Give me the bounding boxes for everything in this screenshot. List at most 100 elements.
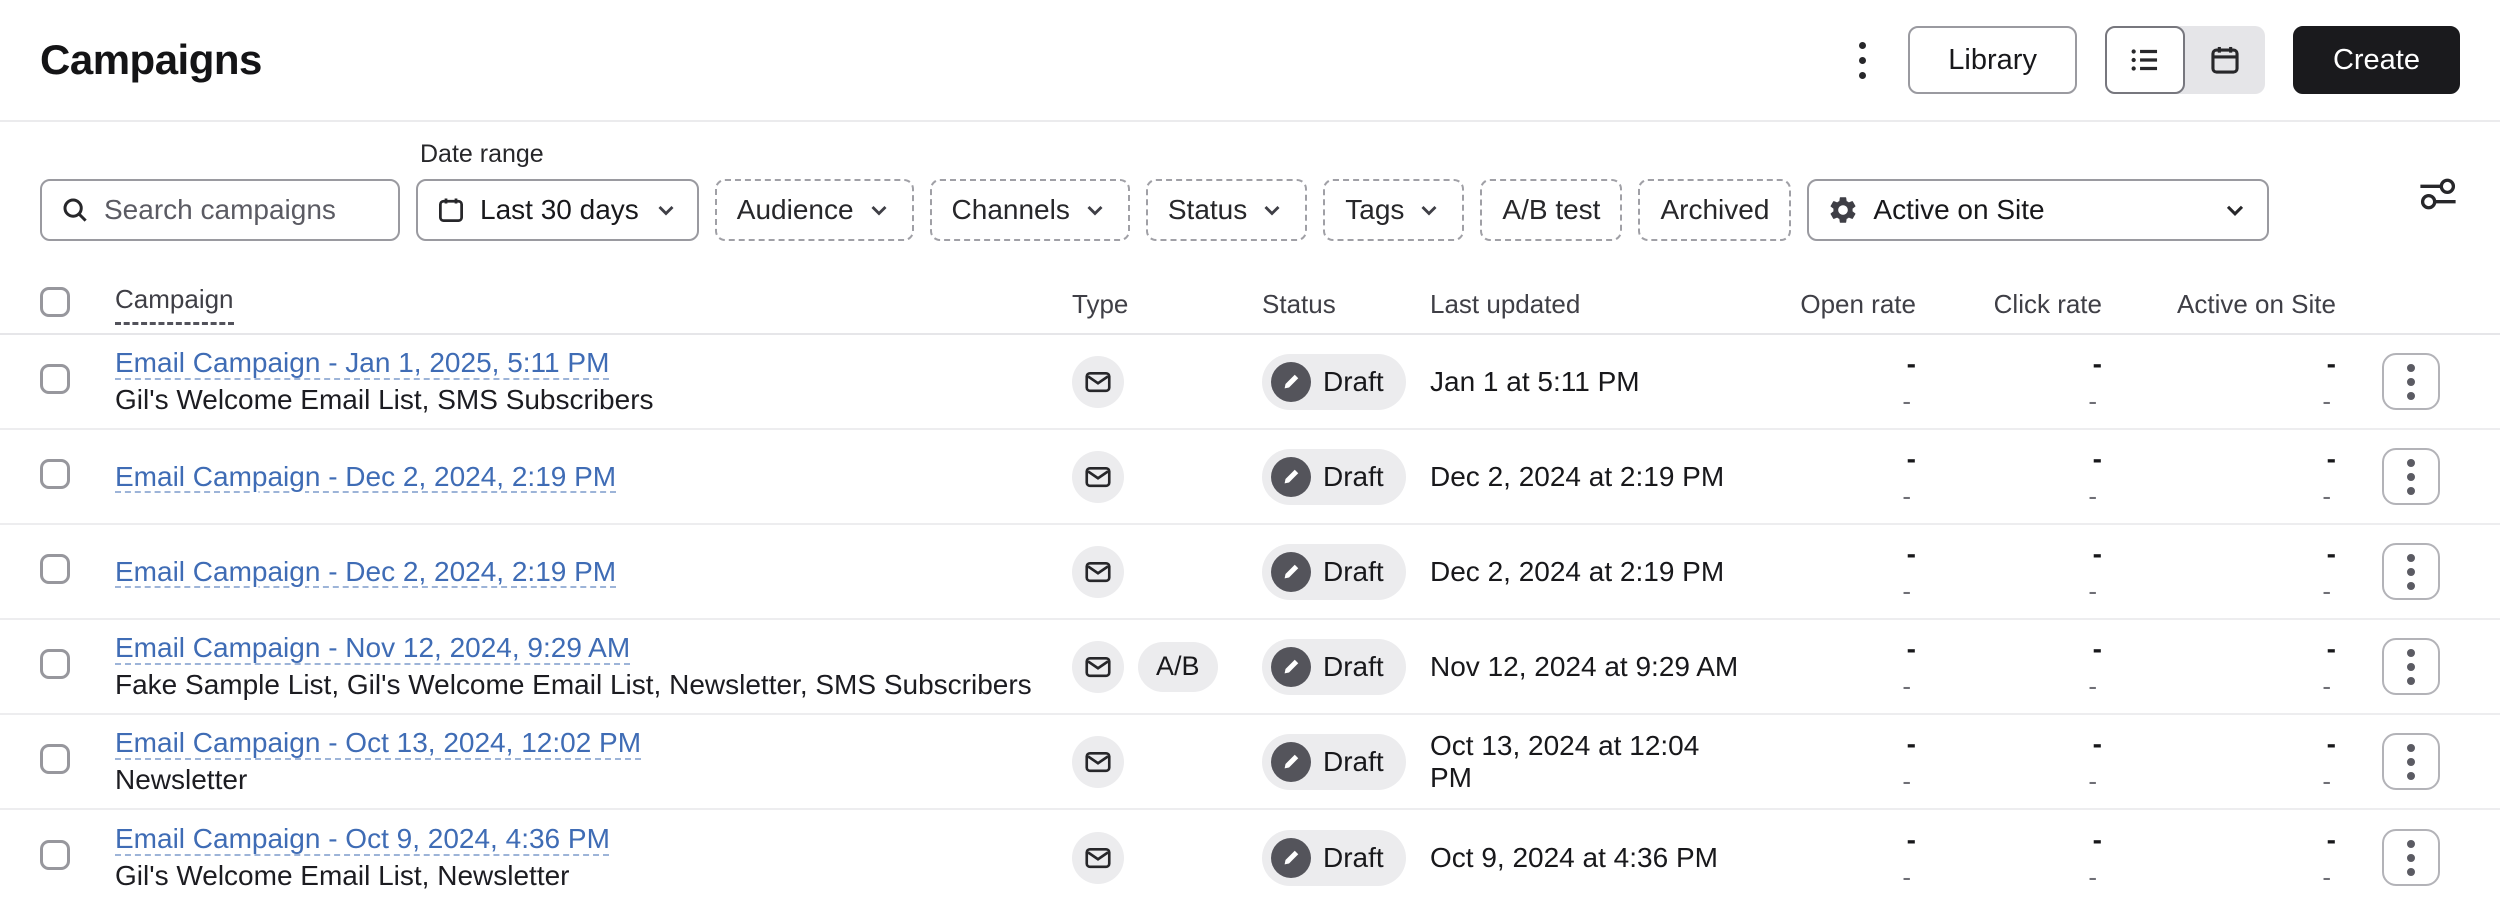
campaign-link[interactable]: Email Campaign - Oct 9, 2024, 4:36 PM [115,823,610,855]
row-actions-button[interactable] [2382,638,2440,695]
search-field[interactable] [40,179,400,241]
create-button[interactable]: Create [2292,26,2460,94]
sliders-icon [2416,172,2460,216]
page-header: Campaigns Library Create [0,0,2500,122]
row-checkbox[interactable] [40,364,70,394]
chevron-down-icon [2221,196,2249,224]
email-icon [1072,450,1124,503]
active-on-site-cell: -- [2322,632,2336,701]
campaign-audience-list: Newsletter [115,764,248,795]
click-rate-cell: -- [2088,823,2102,892]
search-input[interactable] [104,194,380,226]
chevron-down-icon [866,197,892,223]
active-on-site-cell: -- [2322,442,2336,511]
status-badge: Draft [1262,353,1406,410]
audience-filter[interactable]: Audience [714,179,914,241]
open-rate-cell: -- [1902,442,1916,511]
column-header-campaign[interactable]: Campaign [115,284,234,325]
campaign-audience-list: Gil's Welcome Email List, Newsletter [115,860,570,891]
filter-bar: Date range Last 30 days Audience [0,122,2500,275]
campaign-link[interactable]: Email Campaign - Nov 12, 2024, 9:29 AM [115,632,630,664]
campaigns-table: Campaign Type Status Last updated Open r… [0,275,2500,905]
open-rate-cell: -- [1902,537,1916,606]
email-icon [1072,640,1124,693]
campaign-link[interactable]: Email Campaign - Dec 2, 2024, 2:19 PM [115,556,616,588]
column-header-click-rate: Click rate [1993,288,2102,319]
table-row: Email Campaign - Oct 9, 2024, 4:36 PM Gi… [0,810,2500,905]
calendar-view-icon [2208,43,2242,77]
column-header-open-rate: Open rate [1800,288,1916,319]
campaign-link[interactable]: Email Campaign - Jan 1, 2025, 5:11 PM [115,347,609,379]
view-toggle [2104,26,2265,94]
column-header-type: Type [1072,288,1129,319]
campaign-link[interactable]: Email Campaign - Dec 2, 2024, 2:19 PM [115,461,616,493]
draft-pencil-icon [1271,361,1311,402]
row-checkbox[interactable] [40,459,70,489]
email-icon [1072,355,1124,408]
row-checkbox[interactable] [40,649,70,679]
archived-filter[interactable]: Archived [1638,179,1792,241]
ab-test-badge: A/B [1138,641,1218,692]
draft-pencil-icon [1271,741,1311,782]
row-checkbox[interactable] [40,554,70,584]
column-header-status: Status [1262,288,1336,319]
status-badge: Draft [1262,638,1406,695]
column-header-last-updated: Last updated [1430,288,1581,319]
date-range-label: Date range [420,140,544,168]
status-badge: Draft [1262,733,1406,790]
click-rate-cell: -- [2088,727,2102,796]
draft-pencil-icon [1271,837,1311,878]
metric-select-value: Active on Site [1873,194,2045,225]
ab-test-filter[interactable]: A/B test [1480,179,1623,241]
select-all-checkbox[interactable] [40,286,70,317]
row-actions-button[interactable] [2382,829,2440,886]
last-updated: Jan 1 at 5:11 PM [1430,365,1640,397]
active-on-site-cell: -- [2322,823,2336,892]
active-on-site-cell: -- [2322,347,2336,416]
last-updated: Nov 12, 2024 at 9:29 AM [1430,650,1739,682]
list-view-button[interactable] [2104,26,2185,94]
search-icon [60,195,90,225]
active-on-site-metric-select[interactable]: Active on Site [1807,179,2270,241]
open-rate-cell: -- [1902,823,1916,892]
email-icon [1072,545,1124,598]
last-updated: Dec 2, 2024 at 2:19 PM [1430,555,1725,587]
status-badge: Draft [1262,543,1406,600]
click-rate-cell: -- [2088,442,2102,511]
date-range-select[interactable]: Last 30 days [416,179,699,241]
table-row: Email Campaign - Nov 12, 2024, 9:29 AM F… [0,620,2500,715]
click-rate-cell: -- [2088,632,2102,701]
row-checkbox[interactable] [40,840,70,870]
overflow-menu-button[interactable] [1845,32,1880,89]
campaign-link[interactable]: Email Campaign - Oct 13, 2024, 12:02 PM [115,727,641,759]
list-view-icon [2128,43,2162,77]
date-range-group: Date range Last 30 days [416,140,699,241]
gear-icon [1827,194,1859,226]
active-on-site-cell: -- [2322,537,2336,606]
header-actions: Library Create [1845,26,2460,94]
tags-filter[interactable]: Tags [1323,179,1465,241]
chevron-down-icon [1082,197,1108,223]
row-actions-button[interactable] [2382,448,2440,505]
status-badge: Draft [1262,448,1406,505]
row-actions-button[interactable] [2382,353,2440,410]
open-rate-cell: -- [1902,347,1916,416]
row-checkbox[interactable] [40,744,70,774]
status-badge: Draft [1262,829,1406,886]
chevron-down-icon [1259,197,1285,223]
filter-settings-button[interactable] [2416,172,2460,216]
page-title: Campaigns [40,36,262,83]
row-actions-button[interactable] [2382,733,2440,790]
status-filter[interactable]: Status [1145,179,1308,241]
calendar-icon [436,195,466,225]
table-row: Email Campaign - Oct 13, 2024, 12:02 PM … [0,715,2500,810]
click-rate-cell: -- [2088,537,2102,606]
table-row: Email Campaign - Dec 2, 2024, 2:19 PM Dr… [0,525,2500,620]
chevron-down-icon [1416,197,1442,223]
channels-filter[interactable]: Channels [929,179,1130,241]
row-actions-button[interactable] [2382,543,2440,600]
library-button[interactable]: Library [1908,26,2077,94]
campaign-audience-list: Gil's Welcome Email List, SMS Subscriber… [115,384,654,415]
calendar-view-button[interactable] [2185,26,2265,94]
table-row: Email Campaign - Dec 2, 2024, 2:19 PM Dr… [0,430,2500,525]
